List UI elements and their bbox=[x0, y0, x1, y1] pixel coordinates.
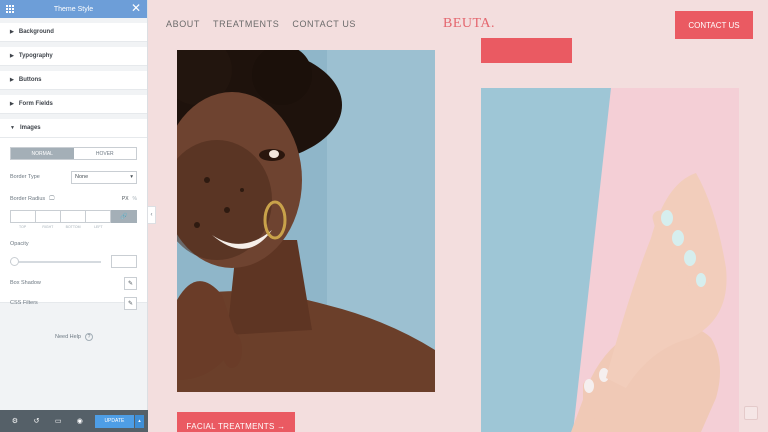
border-radius-label: Border Radius bbox=[10, 196, 46, 202]
opacity-slider-track bbox=[10, 260, 101, 263]
unit-px[interactable]: PX bbox=[122, 196, 129, 202]
nav-link-contact-us[interactable]: CONTACT US bbox=[292, 19, 356, 29]
cropped-cta-button[interactable] bbox=[481, 38, 572, 63]
need-help-link[interactable]: Need Help ? bbox=[0, 333, 148, 341]
caret-right-icon: ▶ bbox=[10, 53, 14, 59]
radius-left-label: LEFT bbox=[94, 225, 103, 229]
main-nav: ABOUT TREATMENTS CONTACT US bbox=[166, 19, 356, 29]
caret-down-icon: ▼ bbox=[10, 125, 15, 131]
css-filters-row: CSS Filters ✎ bbox=[10, 296, 137, 310]
opacity-label-row: Opacity bbox=[10, 237, 137, 251]
unit-switcher: PX % bbox=[122, 196, 137, 202]
chevron-down-icon: ▾ bbox=[130, 174, 133, 180]
state-tabs: NORMAL HOVER bbox=[10, 147, 137, 160]
question-circle-icon: ? bbox=[85, 333, 93, 341]
css-filters-label: CSS Filters bbox=[10, 300, 38, 306]
unit-percent[interactable]: % bbox=[133, 196, 137, 202]
border-type-row: Border Type None ▾ bbox=[10, 170, 137, 184]
radius-bottom-label: BOTTOM bbox=[65, 225, 81, 229]
site-header: ABOUT TREATMENTS CONTACT US BEUTA. CONTA… bbox=[148, 0, 768, 50]
section-label: Typography bbox=[18, 53, 53, 59]
opacity-slider[interactable] bbox=[10, 256, 101, 267]
manicure-photo bbox=[481, 88, 739, 432]
radius-top-label: TOP bbox=[19, 225, 27, 229]
section-images[interactable]: ▼ Images bbox=[0, 119, 147, 138]
facial-scrub-photo bbox=[177, 50, 435, 392]
panel-title: Theme Style bbox=[53, 5, 94, 13]
radius-top-input[interactable] bbox=[10, 210, 35, 223]
section-label: Images bbox=[19, 125, 41, 131]
link-values-icon[interactable]: 🔗 bbox=[111, 210, 137, 223]
opacity-slider-handle[interactable] bbox=[10, 256, 19, 266]
panel-footer: ⚙ ↺ ▭ ◉ UPDATE ▴ bbox=[0, 410, 148, 432]
update-button[interactable]: UPDATE bbox=[94, 414, 135, 428]
caret-right-icon: ▶ bbox=[10, 29, 14, 35]
caret-right-icon: ▶ bbox=[10, 101, 14, 107]
preview-eye-icon[interactable]: ◉ bbox=[69, 417, 91, 425]
radius-bottom-input[interactable] bbox=[60, 210, 85, 223]
border-radius-inputs: 🔗 bbox=[10, 210, 137, 223]
need-help-label: Need Help bbox=[55, 334, 81, 340]
settings-gear-icon[interactable]: ⚙ bbox=[4, 417, 26, 425]
box-shadow-edit-icon[interactable]: ✎ bbox=[124, 276, 137, 290]
box-shadow-label: Box Shadow bbox=[10, 280, 41, 286]
opacity-input[interactable] bbox=[111, 255, 137, 268]
responsive-mode-icon[interactable]: ▭ bbox=[47, 417, 69, 425]
desktop-icon[interactable]: 🖵 bbox=[49, 196, 54, 203]
radius-right-label: RIGHT bbox=[42, 225, 54, 229]
opacity-label: Opacity bbox=[10, 241, 29, 247]
widgets-grid-icon[interactable] bbox=[6, 5, 14, 13]
site-logo[interactable]: BEUTA. bbox=[443, 16, 495, 32]
radius-input-labels: TOP RIGHT BOTTOM LEFT bbox=[10, 225, 137, 229]
border-type-value: None bbox=[75, 174, 89, 180]
facial-scrub-illustration bbox=[177, 50, 435, 392]
contact-us-button[interactable]: CONTACT US bbox=[675, 11, 753, 39]
section-label: Form Fields bbox=[18, 101, 53, 107]
box-shadow-row: Box Shadow ✎ bbox=[10, 276, 137, 290]
border-radius-row: Border Radius 🖵 PX % bbox=[10, 192, 137, 206]
update-options-caret-icon[interactable]: ▴ bbox=[135, 414, 144, 428]
navigator-icon[interactable] bbox=[744, 406, 758, 420]
css-filters-edit-icon[interactable]: ✎ bbox=[124, 296, 137, 310]
section-label: Buttons bbox=[18, 77, 42, 83]
history-icon[interactable]: ↺ bbox=[26, 417, 48, 425]
tab-normal[interactable]: NORMAL bbox=[11, 148, 74, 159]
section-label: Background bbox=[18, 29, 54, 35]
border-type-label: Border Type bbox=[10, 174, 40, 180]
images-section-body: NORMAL HOVER Border Type None ▾ Border R… bbox=[0, 138, 147, 310]
border-radius-label-wrap: Border Radius 🖵 bbox=[10, 196, 54, 203]
section-background[interactable]: ▶ Background bbox=[0, 23, 147, 42]
border-type-select[interactable]: None ▾ bbox=[71, 170, 137, 184]
radius-left-input[interactable] bbox=[85, 210, 111, 223]
close-icon[interactable]: ✕ bbox=[131, 2, 141, 14]
manicure-illustration bbox=[481, 88, 739, 432]
theme-style-panel: Theme Style ✕ ▶ Background ▶ Typography ▶ B… bbox=[0, 0, 148, 432]
section-typography[interactable]: ▶ Typography bbox=[0, 47, 147, 66]
nav-link-treatments[interactable]: TREATMENTS bbox=[213, 19, 279, 29]
section-buttons[interactable]: ▶ Buttons bbox=[0, 71, 147, 90]
facial-treatments-button[interactable]: FACIAL TREATMENTS → bbox=[177, 412, 295, 432]
section-form-fields[interactable]: ▶ Form Fields bbox=[0, 95, 147, 114]
panel-header: Theme Style ✕ bbox=[0, 0, 147, 18]
radius-right-input[interactable] bbox=[35, 210, 60, 223]
nav-link-about[interactable]: ABOUT bbox=[166, 19, 200, 29]
caret-right-icon: ▶ bbox=[10, 77, 14, 83]
collapse-panel-toggle[interactable]: ‹ bbox=[148, 206, 156, 224]
opacity-control bbox=[10, 255, 137, 268]
tab-hover[interactable]: HOVER bbox=[74, 148, 137, 159]
